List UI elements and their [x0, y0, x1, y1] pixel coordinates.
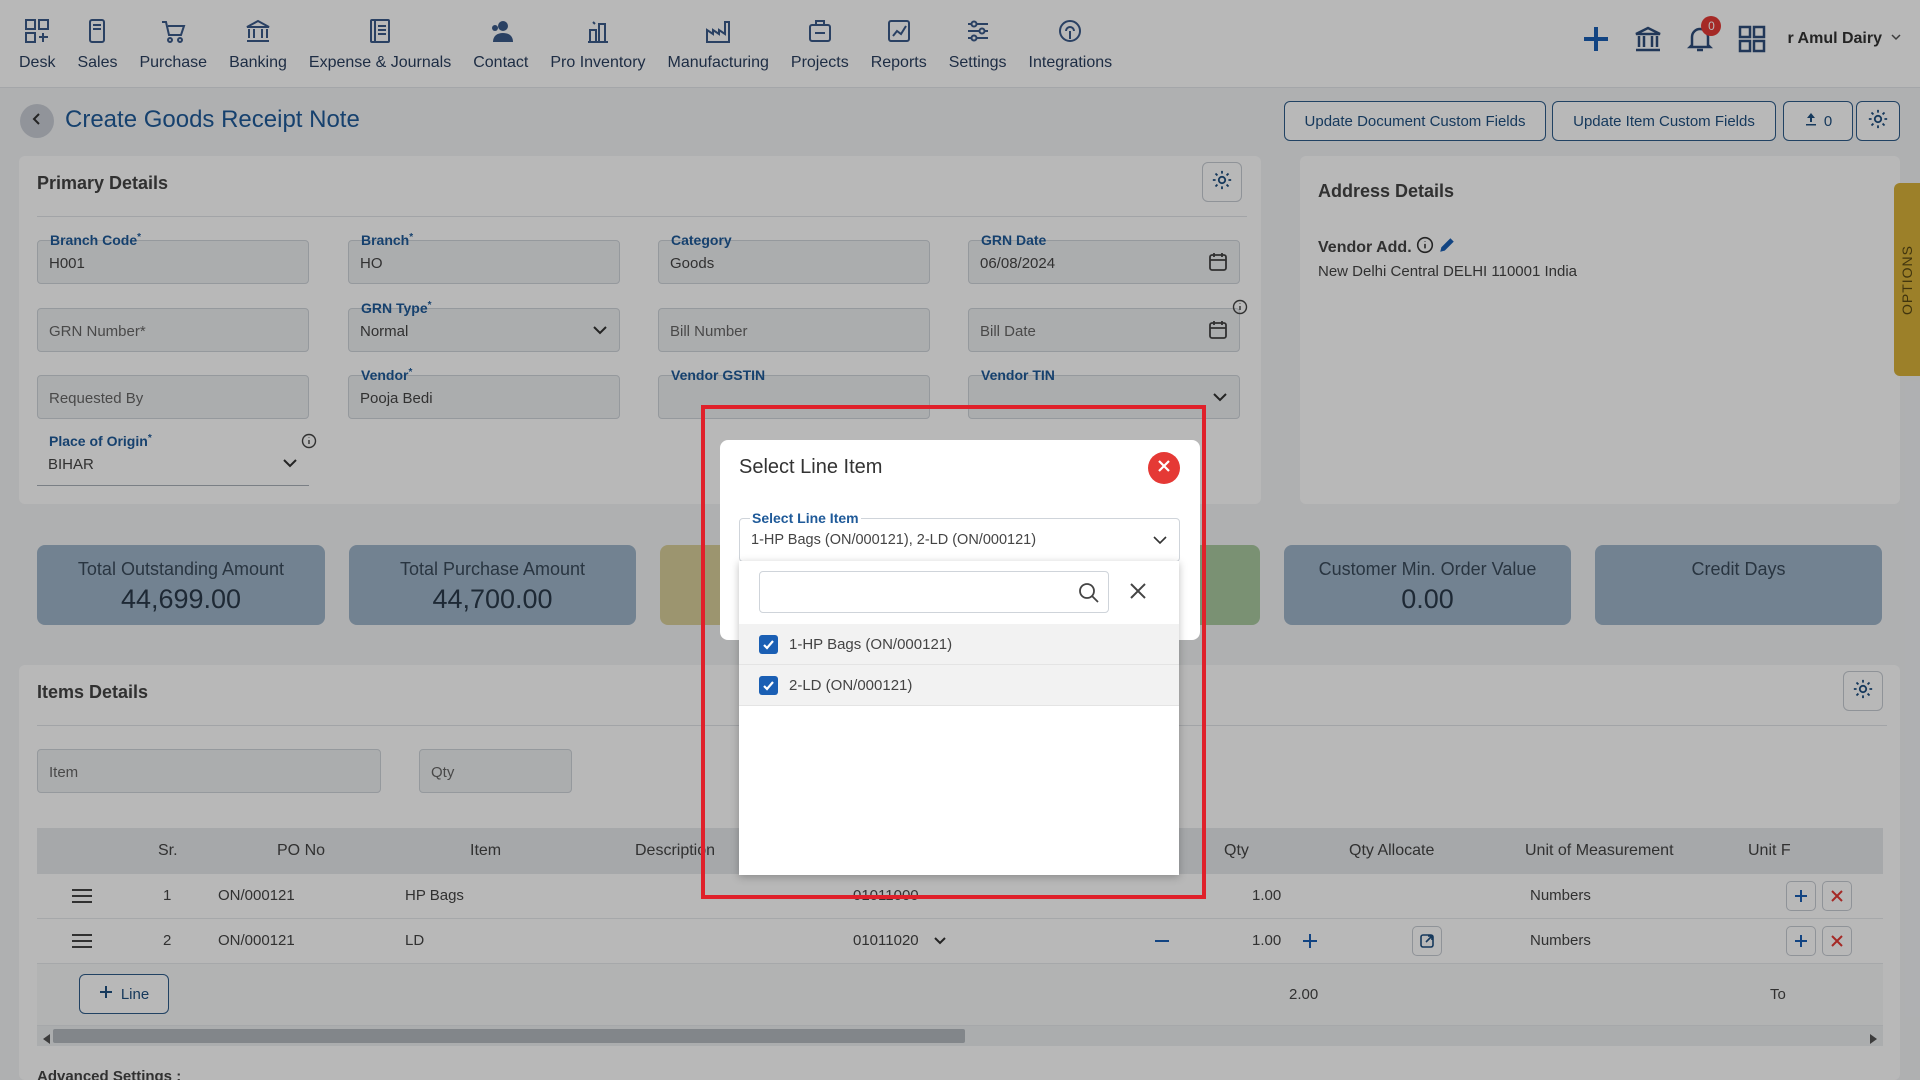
- highlight-frame: [701, 405, 1206, 899]
